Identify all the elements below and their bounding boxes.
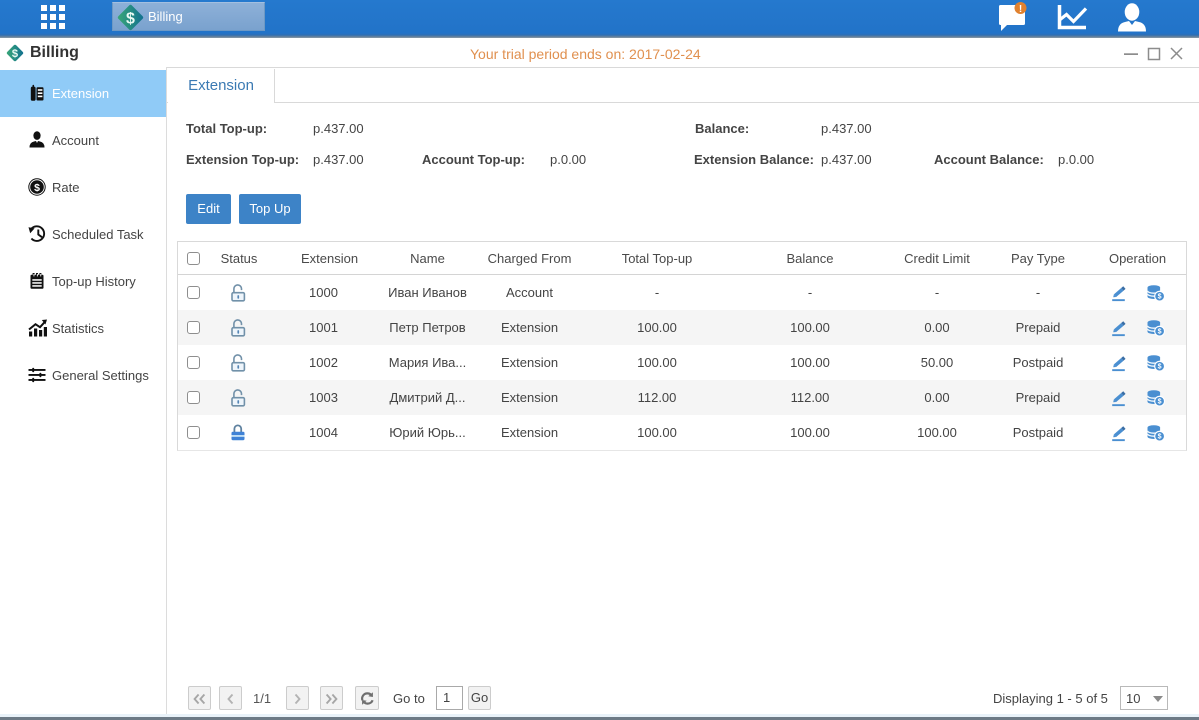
svg-text:$: $ <box>126 11 135 28</box>
svg-text:$: $ <box>12 48 19 60</box>
svg-text:!: ! <box>1019 4 1022 15</box>
svg-text:$: $ <box>34 182 40 194</box>
